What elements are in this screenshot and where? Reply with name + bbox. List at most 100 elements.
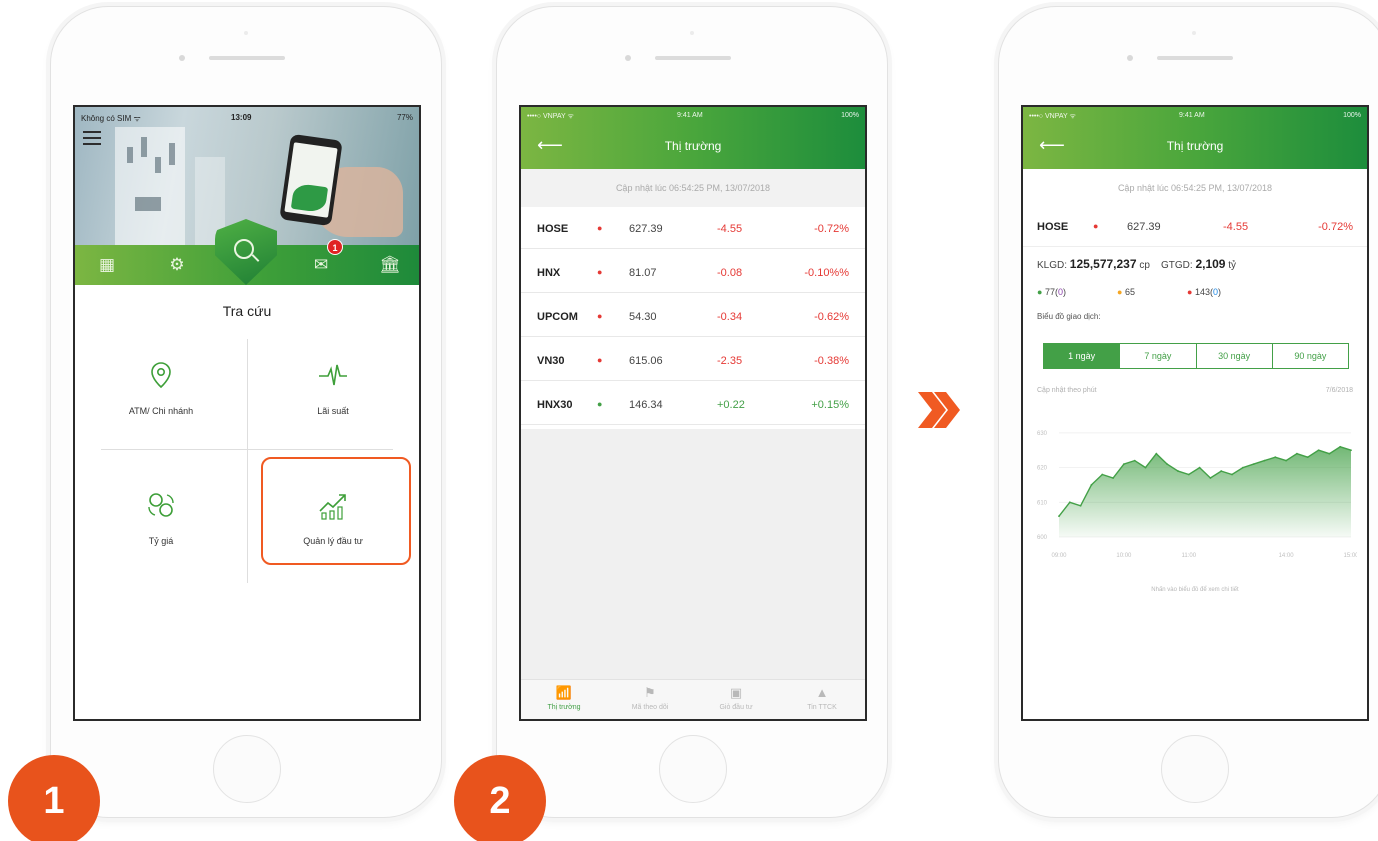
market-icon: 📶: [555, 685, 573, 700]
index-value: 627.39: [1127, 221, 1161, 233]
bottom-tab-bar: 📶 Thị trường ⚑ Mã theo dõi ▣ Giỏ đầu tư …: [521, 679, 865, 719]
mail-icon[interactable]: ✉: [311, 255, 331, 275]
y-tick-label: 630: [1037, 431, 1048, 437]
chart-hint: Nhấn vào biểu đồ để xem chi tiết: [1151, 587, 1239, 593]
klgd-value: 125,577,237: [1069, 257, 1137, 271]
index-change: -0.34: [717, 311, 743, 323]
battery-text: 100%: [841, 112, 859, 119]
tab-label: Giỏ đầu tư: [719, 704, 753, 711]
chart-area-fill: [1059, 446, 1351, 537]
chart-point: [1285, 459, 1288, 462]
index-name: HNX30: [537, 399, 573, 411]
chart-point: [1231, 473, 1233, 476]
tab-news[interactable]: ▲ Tin TTCK: [779, 680, 865, 719]
index-value: 54.30: [629, 311, 657, 323]
y-tick-label: 600: [1037, 535, 1048, 541]
carrier-text: ••••○ VNPAY ᯤ: [1029, 113, 1076, 120]
camera-dot: [179, 55, 185, 61]
chart-point: [1122, 463, 1125, 466]
camera-dot: [625, 55, 631, 61]
x-tick-label: 09:00: [1051, 553, 1067, 559]
flag-icon: ⚑: [644, 685, 656, 700]
tab-label: Tin TTCK: [807, 704, 837, 711]
updated-timestamp: Cập nhật lúc 06:54:25 PM, 13/07/2018: [521, 169, 865, 207]
chart-point: [1350, 449, 1352, 452]
y-tick-label: 610: [1037, 500, 1048, 506]
index-value: 81.07: [629, 267, 657, 279]
x-tick-label: 10:00: [1116, 553, 1132, 559]
market-row-hnx30[interactable]: HNX30 ● 146.34 +0.22 +0.15%: [521, 385, 865, 425]
gtgd-unit: tỷ: [1228, 260, 1237, 271]
pulse-icon: [319, 364, 347, 386]
chart-point: [1177, 470, 1179, 472]
market-row-vn30[interactable]: VN30 ● 615.06 -2.35 -0.38%: [521, 341, 865, 381]
chart-caption: Cập nhật theo phút: [1037, 387, 1097, 394]
period-1-day-button[interactable]: 1 ngày: [1044, 344, 1121, 368]
index-change: +0.22: [717, 399, 745, 411]
battery-text: 77%: [396, 113, 413, 122]
phone-frame-3: ••••○ VNPAY ᯤ 9:41 AM 100% ⟵ Thị trường …: [998, 6, 1378, 818]
grid-divider-horizontal: [101, 449, 393, 450]
index-percent: -0.72%: [814, 223, 849, 235]
period-7-day-button[interactable]: 7 ngày: [1120, 344, 1197, 368]
index-value: 146.34: [629, 399, 663, 411]
menu-icon[interactable]: [83, 131, 101, 145]
clock-text: 9:41 AM: [677, 112, 703, 119]
chart-point: [1166, 463, 1169, 466]
gtgd-label: GTGD:: [1161, 260, 1193, 271]
breadth-floor: 0: [1212, 287, 1218, 297]
index-change: -4.55: [717, 223, 743, 235]
market-row-upcom[interactable]: UPCOM ● 54.30 -0.34 -0.62%: [521, 297, 865, 337]
breadth-flat: ● 65: [1117, 287, 1135, 297]
chart-point: [1274, 456, 1277, 459]
chart-point: [1090, 484, 1093, 486]
step-marker-2: 2: [454, 755, 546, 841]
breadth-ceiling: 0: [1057, 287, 1063, 297]
market-row-hnx[interactable]: HNX ● 81.07 -0.08 -0.10%%: [521, 253, 865, 293]
grid-icon[interactable]: ▦: [97, 255, 117, 275]
chart-point: [1198, 466, 1201, 469]
step-marker-1: 1: [8, 755, 100, 841]
market-row-hose[interactable]: HOSE ● 627.39 -4.55 -0.72%: [521, 209, 865, 249]
chart-point: [1079, 504, 1082, 507]
chart-point: [1263, 459, 1266, 462]
updated-timestamp: Cập nhật lúc 06:54:25 PM, 13/07/2018: [1023, 169, 1367, 207]
chart-point: [1241, 466, 1244, 469]
index-name: HOSE: [1037, 221, 1069, 233]
x-tick-label: 11:00: [1181, 553, 1196, 559]
tab-market[interactable]: 📶 Thị trường: [521, 680, 607, 719]
home-button[interactable]: [659, 735, 727, 803]
tile-interest-rate[interactable]: Lãi suất: [247, 359, 419, 419]
chart-point: [1155, 452, 1158, 455]
index-value: 615.06: [629, 355, 663, 367]
settings-icon[interactable]: ⚙: [167, 255, 187, 275]
chart-header: Cập nhật theo phút 7/6/2018: [1037, 387, 1353, 394]
tab-portfolio[interactable]: ▣ Giỏ đầu tư: [693, 680, 779, 719]
chart-point: [1101, 473, 1104, 476]
clock-text: 9:41 AM: [1179, 112, 1205, 119]
down-dot-icon: ●: [597, 267, 603, 277]
battery-text: 100%: [1343, 112, 1361, 119]
index-name: UPCOM: [537, 311, 578, 323]
index-change: -0.08: [717, 267, 743, 279]
intraday-area-chart[interactable]: 630 620 610 600 09:00 10:00 11:00 14:00 15:00: [1033, 407, 1357, 567]
index-percent: -0.38%: [814, 355, 849, 367]
period-30-day-button[interactable]: 30 ngày: [1197, 344, 1273, 368]
screen-market: ••••○ VNPAY ᯤ 9:41 AM 100% ⟵ Thị trường …: [519, 105, 867, 721]
chart-point: [1209, 477, 1212, 479]
tab-watchlist[interactable]: ⚑ Mã theo dõi: [607, 680, 693, 719]
bank-icon[interactable]: 🏛: [379, 255, 401, 275]
home-button[interactable]: [213, 735, 281, 803]
period-90-day-button[interactable]: 90 ngày: [1273, 344, 1348, 368]
tile-exchange-rate[interactable]: Tỷ giá: [75, 489, 247, 549]
chart-point: [1328, 452, 1331, 455]
tile-atm-branch[interactable]: ATM/ Chi nhánh: [75, 359, 247, 419]
tab-label: Thị trường: [547, 704, 581, 711]
chart-point: [1144, 466, 1147, 469]
chart-point: [1317, 449, 1320, 452]
down-dot-icon: ●: [597, 311, 603, 321]
tile-label: ATM/ Chi nhánh: [128, 406, 194, 416]
header-bar: ••••○ VNPAY ᯤ 9:41 AM 100% ⟵ Thị trường: [521, 107, 865, 169]
chart-point: [1296, 452, 1298, 455]
home-button[interactable]: [1161, 735, 1229, 803]
